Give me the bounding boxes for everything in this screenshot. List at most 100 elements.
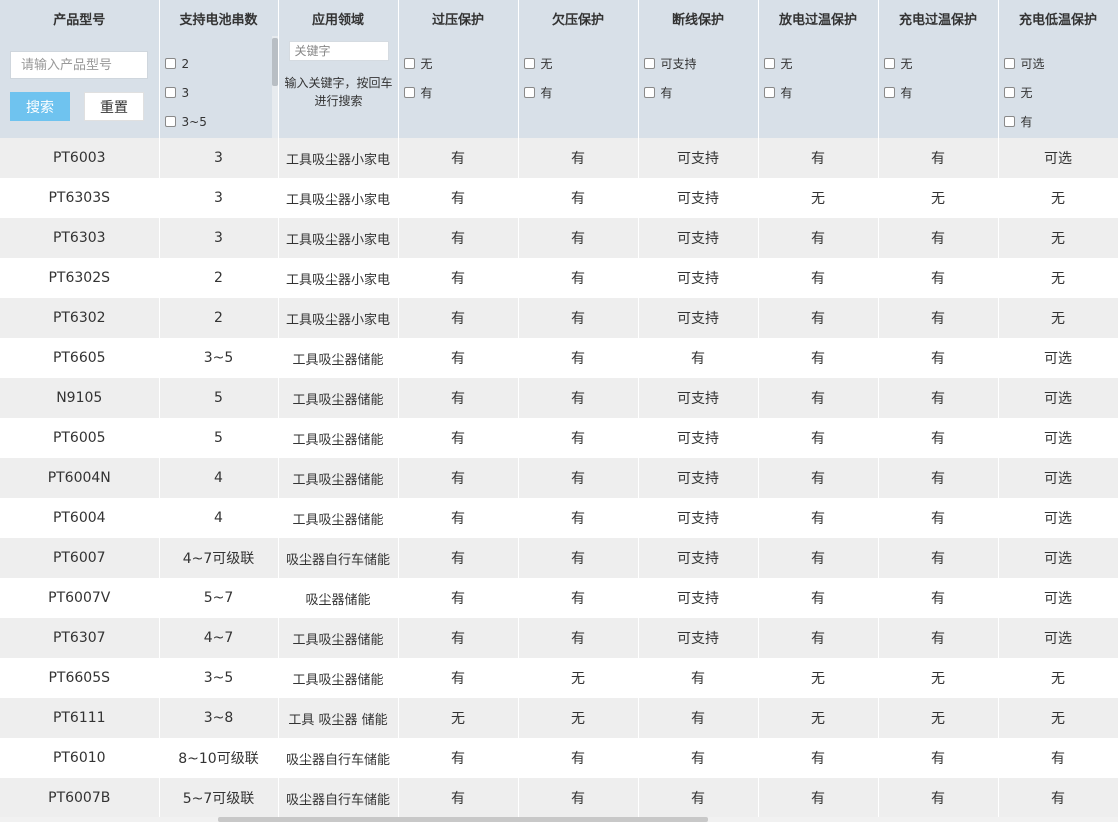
overvoltage-cell: 有 <box>398 458 519 498</box>
table-row: PT6302S 2 工具吸尘器小家电有有可支持有有无 <box>0 258 1118 298</box>
application-cell: 工具吸尘器储能 <box>278 338 399 378</box>
filter-application: 输入关键字，按回车进行搜索 <box>278 36 399 138</box>
charge-lowtemp-cell: 有 <box>998 778 1118 818</box>
charge-lowtemp-option[interactable]: 有 <box>1003 107 1045 136</box>
disconnect-cell: 可支持 <box>638 258 759 298</box>
option-label: 可支持 <box>660 57 697 71</box>
option-label: 有 <box>780 86 793 100</box>
discharge-overtemp-option[interactable]: 有 <box>763 78 793 107</box>
charge-overtemp-cell: 无 <box>878 698 999 738</box>
charge-lowtemp-cell: 可选 <box>998 498 1118 538</box>
charge-lowtemp-option[interactable]: 无 <box>1003 78 1045 107</box>
search-button[interactable]: 搜索 <box>10 92 70 121</box>
model-cell: PT6303S <box>0 178 160 218</box>
charge-lowtemp-option[interactable]: 可选 <box>1003 49 1045 78</box>
discharge-overtemp-cell: 有 <box>758 138 879 178</box>
undervoltage-option[interactable]: 无 <box>523 49 553 78</box>
disconnect-cell: 可支持 <box>638 138 759 178</box>
application-cell: 工具吸尘器储能 <box>278 498 399 538</box>
application-cell: 吸尘器自行车储能 <box>278 738 399 778</box>
model-cell: PT6010 <box>0 738 160 778</box>
discharge-overtemp-cell: 有 <box>758 218 879 258</box>
discharge-overtemp-option[interactable]: 无 <box>763 49 793 78</box>
model-cell: PT6307 <box>0 618 160 658</box>
cell-count-option[interactable]: 3 <box>164 78 207 107</box>
overvoltage-option[interactable]: 无 <box>403 49 433 78</box>
checkbox[interactable] <box>763 58 775 69</box>
option-label: 无 <box>780 57 793 71</box>
keyword-input[interactable] <box>288 41 389 61</box>
undervoltage-cell: 有 <box>518 618 639 658</box>
overvoltage-cell: 有 <box>398 138 519 178</box>
overvoltage-option[interactable]: 有 <box>403 78 433 107</box>
disconnect-cell: 可支持 <box>638 298 759 338</box>
cell-count-option[interactable]: 2 <box>164 49 207 78</box>
table-row: PT6302 2 工具吸尘器小家电有有可支持有有无 <box>0 298 1118 338</box>
disconnect-cell: 可支持 <box>638 458 759 498</box>
horizontal-scrollbar[interactable] <box>0 817 1118 822</box>
checkbox[interactable] <box>1003 87 1015 98</box>
charge-overtemp-cell: 有 <box>878 298 999 338</box>
undervoltage-cell: 有 <box>518 578 639 618</box>
disconnect-option[interactable]: 有 <box>643 78 697 107</box>
option-label: 有 <box>540 86 553 100</box>
undervoltage-cell: 有 <box>518 778 639 818</box>
header-undervoltage: 欠压保护 <box>518 0 639 36</box>
horizontal-scrollbar-thumb[interactable] <box>218 817 708 822</box>
application-cell: 工具吸尘器小家电 <box>278 138 399 178</box>
option-label: 3 <box>181 85 190 100</box>
model-search-input[interactable] <box>10 51 148 79</box>
overvoltage-cell: 有 <box>398 578 519 618</box>
header-disconnect: 断线保护 <box>638 0 759 36</box>
application-cell: 工具吸尘器小家电 <box>278 218 399 258</box>
header-overvoltage: 过压保护 <box>398 0 519 36</box>
checkbox[interactable] <box>164 58 176 69</box>
discharge-overtemp-cell: 无 <box>758 658 879 698</box>
table-row: PT6307 4~7 工具吸尘器储能有有可支持有有可选 <box>0 618 1118 658</box>
undervoltage-cell: 有 <box>518 418 639 458</box>
checkbox[interactable] <box>763 87 775 98</box>
charge-overtemp-cell: 有 <box>878 418 999 458</box>
option-label: 有 <box>420 86 433 100</box>
filter-scrollbar-thumb[interactable] <box>271 38 277 86</box>
model-cell: PT6605 <box>0 338 160 378</box>
charge-overtemp-cell: 有 <box>878 618 999 658</box>
charge-overtemp-option[interactable]: 无 <box>883 49 913 78</box>
reset-button[interactable]: 重置 <box>84 92 144 121</box>
overvoltage-cell: 有 <box>398 378 519 418</box>
option-label: 有 <box>1020 115 1033 129</box>
model-cell: PT6605S <box>0 658 160 698</box>
cell-count-cell: 5~7可级联 <box>159 778 279 818</box>
option-label: 可选 <box>1020 57 1045 71</box>
overvoltage-cell: 有 <box>398 218 519 258</box>
discharge-overtemp-cell: 有 <box>758 578 879 618</box>
checkbox[interactable] <box>523 87 535 98</box>
disconnect-cell: 有 <box>638 338 759 378</box>
disconnect-option[interactable]: 可支持 <box>643 49 697 78</box>
checkbox[interactable] <box>403 58 415 69</box>
checkbox[interactable] <box>643 58 655 69</box>
checkbox[interactable] <box>523 58 535 69</box>
checkbox[interactable] <box>164 116 176 127</box>
charge-overtemp-option[interactable]: 有 <box>883 78 913 107</box>
checkbox[interactable] <box>1003 58 1015 69</box>
checkbox[interactable] <box>883 87 895 98</box>
checkbox[interactable] <box>643 87 655 98</box>
undervoltage-option[interactable]: 有 <box>523 78 553 107</box>
cell-count-cell: 3 <box>159 218 279 258</box>
table-row: PT6007B 5~7可级联 吸尘器自行车储能有有有有有有 <box>0 778 1118 818</box>
overvoltage-cell: 有 <box>398 178 519 218</box>
application-cell: 工具吸尘器储能 <box>278 378 399 418</box>
checkbox[interactable] <box>403 87 415 98</box>
application-cell: 工具吸尘器小家电 <box>278 178 399 218</box>
cell-count-option[interactable]: 3~5 <box>164 107 207 136</box>
checkbox[interactable] <box>1003 116 1015 127</box>
cell-count-cell: 3~8 <box>159 698 279 738</box>
filter-scrollbar[interactable] <box>271 36 277 138</box>
cell-count-option[interactable] <box>165 136 207 138</box>
charge-lowtemp-cell: 无 <box>998 658 1118 698</box>
application-cell: 工具吸尘器储能 <box>278 418 399 458</box>
checkbox[interactable] <box>883 58 895 69</box>
model-cell: PT6302 <box>0 298 160 338</box>
checkbox[interactable] <box>164 87 176 98</box>
